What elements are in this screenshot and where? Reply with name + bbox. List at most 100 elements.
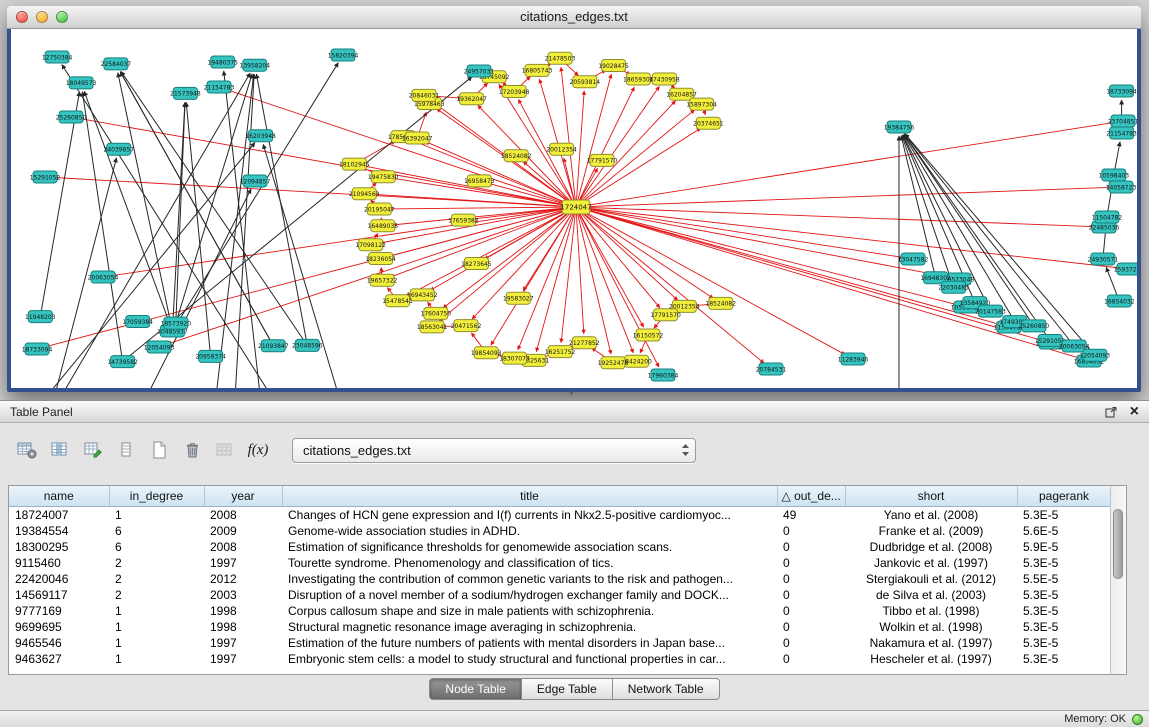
graph-node[interactable]: 15937204	[1114, 263, 1137, 275]
graph-node[interactable]: 21154783	[1106, 127, 1137, 139]
graph-node[interactable]: 11504782	[1092, 211, 1123, 223]
column-header-short[interactable]: short	[845, 486, 1017, 507]
graph-node[interactable]: 25260850	[1019, 320, 1050, 332]
table-row[interactable]: 946554611997Estimation of the future num…	[9, 635, 1111, 651]
graph-node[interactable]: 18307073	[499, 352, 530, 364]
table-row[interactable]: 969969511998Structural magnetic resonanc…	[9, 619, 1111, 635]
graph-node[interactable]: 21154783	[204, 81, 235, 93]
graph-node[interactable]: 17960384	[648, 369, 679, 381]
graph-node[interactable]: 14739582	[107, 356, 138, 368]
column-header-out-degree[interactable]: △ out_de...	[777, 486, 845, 507]
graph-node[interactable]: 12750384	[42, 51, 73, 63]
graph-node[interactable]: 18102945	[339, 158, 370, 170]
window-zoom-button[interactable]	[56, 11, 68, 23]
tab-network-table[interactable]: Network Table	[613, 678, 720, 700]
graph-node[interactable]: 20958374	[195, 350, 226, 362]
graph-node[interactable]: 21277852	[569, 337, 600, 349]
graph-node[interactable]: 17203948	[499, 86, 530, 98]
graph-node[interactable]: 19384756	[884, 121, 915, 133]
graph-node[interactable]: 19362047	[456, 93, 487, 105]
graph-node[interactable]: 17659382	[448, 214, 479, 226]
graph-node[interactable]: 21573948	[170, 87, 201, 99]
graph-node[interactable]: 19480375	[207, 56, 238, 68]
graph-node[interactable]: 16854032	[1104, 295, 1135, 307]
window-titlebar[interactable]: citations_edges.txt	[7, 6, 1141, 29]
graph-node[interactable]: 20012354	[546, 143, 577, 155]
graph-node[interactable]: 13958204	[240, 59, 271, 71]
table-row[interactable]: 2242004622012Investigating the contribut…	[9, 571, 1111, 587]
graph-node[interactable]: 11948203	[25, 311, 56, 323]
tab-edge-table[interactable]: Edge Table	[522, 678, 613, 700]
network-graph[interactable]: 1852408220012354177915701615057218424200…	[11, 29, 1137, 388]
graph-node[interactable]: 25260850	[56, 111, 87, 123]
function-builder-button[interactable]: f(x)	[243, 435, 273, 465]
tab-node-table[interactable]: Node Table	[429, 678, 522, 700]
graph-node[interactable]: 16203948	[245, 130, 276, 142]
graph-node[interactable]: 16150572	[633, 329, 664, 341]
table-row[interactable]: 946362711997Embryonic stem cells: a mode…	[9, 651, 1111, 667]
graph-node[interactable]: 12054093	[1080, 349, 1111, 361]
graph-node[interactable]: 16805743	[522, 64, 553, 76]
graph-node[interactable]: 20471562	[451, 320, 482, 332]
graph-node[interactable]: 20784531	[756, 363, 787, 375]
graph-node[interactable]: 21478503	[545, 52, 576, 64]
graph-node[interactable]: 16958473	[464, 175, 495, 187]
graph-node[interactable]: 22584037	[101, 58, 132, 70]
graph-node[interactable]: 17098122	[355, 239, 386, 251]
graph-node[interactable]: 13047582	[898, 253, 929, 265]
graph-node[interactable]: 20195047	[364, 203, 395, 215]
graph-node[interactable]: 19252478	[598, 357, 629, 369]
graph-node[interactable]: 17604750	[421, 307, 452, 319]
scrollbar-thumb[interactable]	[1113, 509, 1123, 579]
graph-node[interactable]: 18733094	[22, 343, 53, 355]
table-row[interactable]: 1872400712008Changes of HCN gene express…	[9, 507, 1111, 524]
delete-table-button[interactable]	[177, 435, 207, 465]
import-table-button[interactable]	[210, 435, 240, 465]
graph-node[interactable]: 14058723	[1106, 181, 1137, 193]
graph-node[interactable]: 23048596	[292, 339, 323, 351]
float-panel-icon[interactable]	[1105, 405, 1118, 419]
graph-node[interactable]: 24039857	[104, 143, 135, 155]
table-scrollbar[interactable]	[1110, 486, 1126, 674]
graph-node[interactable]: 20147583	[975, 305, 1006, 317]
graph-node[interactable]: 15897304	[686, 98, 717, 110]
graph-node[interactable]: 12054093	[144, 341, 175, 353]
graph-node[interactable]: 20846031	[409, 89, 440, 101]
window-close-button[interactable]	[16, 11, 28, 23]
graph-node[interactable]: 17791570	[587, 154, 618, 166]
new-table-button[interactable]	[144, 435, 174, 465]
create-column-button[interactable]	[78, 435, 108, 465]
graph-node[interactable]: 17791570	[650, 309, 681, 321]
graph-node[interactable]: 18524082	[501, 150, 532, 162]
memory-indicator[interactable]	[1132, 714, 1143, 725]
show-columns-button[interactable]	[45, 435, 75, 465]
window-minimize-button[interactable]	[36, 11, 48, 23]
graph-node[interactable]: 17059384	[122, 316, 153, 328]
graph-node[interactable]: 15478541	[382, 295, 413, 307]
table-row[interactable]: 1938455462009Genome-wide association stu…	[9, 523, 1111, 539]
column-header-in-degree[interactable]: in_degree	[109, 486, 204, 507]
graph-node[interactable]: 10598403	[1099, 169, 1130, 181]
graph-node[interactable]: 11283946	[838, 353, 869, 365]
graph-node[interactable]: 19657322	[367, 274, 398, 286]
graph-node[interactable]: 24930571	[1088, 253, 1119, 265]
graph-node[interactable]: 21094563	[349, 188, 380, 200]
graph-node[interactable]: 12094857	[240, 175, 271, 187]
graph-node[interactable]: 16251752	[545, 346, 576, 358]
column-header-year[interactable]: year	[204, 486, 282, 507]
table-row[interactable]: 1456911722003Disruption of a novel membe…	[9, 587, 1111, 603]
create-row-button[interactable]	[111, 435, 141, 465]
close-panel-icon[interactable]: ×	[1130, 405, 1139, 419]
graph-node[interactable]: 18573920	[161, 317, 192, 329]
graph-node[interactable]: 23704851	[1108, 115, 1137, 127]
table-row[interactable]: 1830029562008Estimation of significance …	[9, 539, 1111, 555]
graph-node[interactable]: 15820394	[328, 49, 359, 61]
graph-node[interactable]: 19583027	[503, 292, 534, 304]
table-selector-dropdown[interactable]: citations_edges.txt	[292, 438, 696, 463]
graph-node[interactable]: 16489035	[368, 220, 399, 232]
column-header-pagerank[interactable]: pagerank	[1017, 486, 1111, 507]
graph-node[interactable]: 21093847	[258, 340, 289, 352]
graph-node[interactable]: 16392047	[402, 132, 433, 144]
table-row[interactable]: 977716911998Corpus callosum shape and si…	[9, 603, 1111, 619]
column-header-title[interactable]: title	[282, 486, 777, 507]
